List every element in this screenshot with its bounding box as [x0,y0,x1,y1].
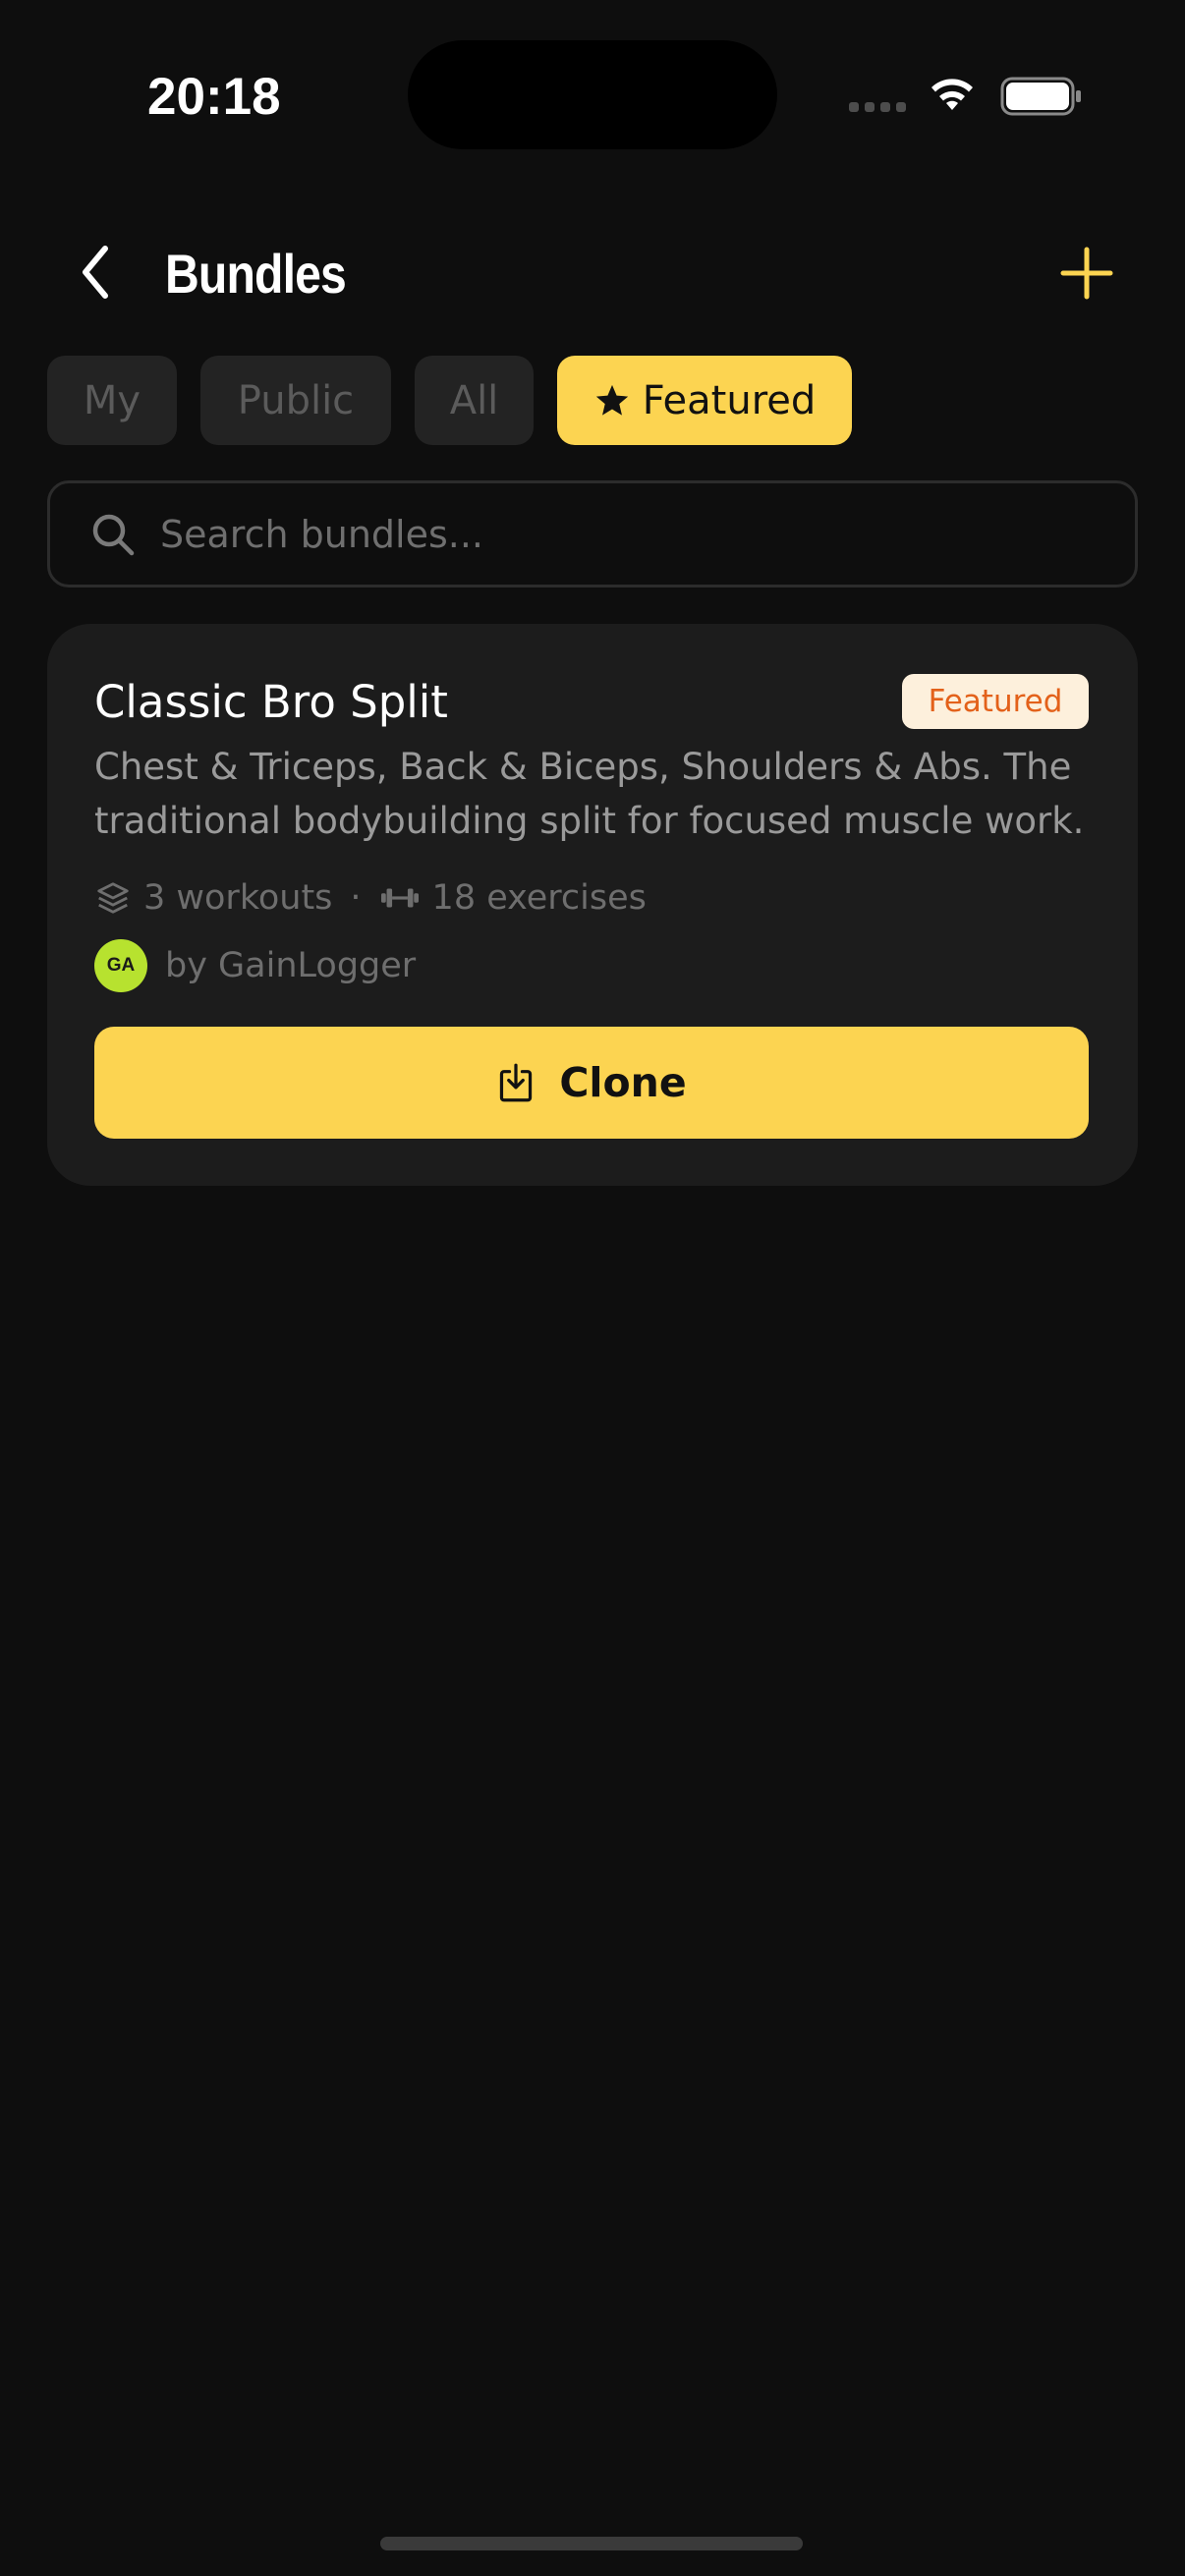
clone-button[interactable]: Clone [94,1027,1089,1139]
workouts-count-label: 3 workouts [143,878,333,918]
status-bar: 20:18 [0,0,1185,187]
workouts-count: 3 workouts [94,878,332,918]
plus-icon [1060,247,1113,300]
tab-all-label: All [449,377,499,423]
author-name: by GainLogger [165,946,417,985]
filter-tabs: My Public All Featured [47,356,852,445]
exercises-count: 18 exercises [379,878,647,918]
tab-public-label: Public [237,377,355,423]
battery-icon [1000,77,1081,116]
tab-my[interactable]: My [47,356,177,445]
wifi-icon [931,79,973,110]
bundle-title: Classic Bro Split [94,676,448,728]
bundle-meta: 3 workouts · 18 exercises [94,873,647,923]
author-row: GA by GainLogger [94,938,416,993]
dynamic-island [408,40,777,149]
tab-featured-label: Featured [642,377,817,423]
layers-icon [97,882,129,914]
chevron-left-icon [83,246,108,299]
bundle-card[interactable]: Classic Bro Split Featured Chest & Trice… [47,624,1138,1186]
bundle-description: Chest & Triceps, Back & Biceps, Shoulder… [94,746,1085,842]
cellular-signal-icon [849,102,906,112]
header: Bundles [0,224,1185,322]
tab-featured[interactable]: Featured [557,356,852,445]
back-button[interactable] [61,238,130,307]
meta-separator: · [350,878,362,918]
home-indicator[interactable] [380,2537,803,2550]
tab-all[interactable]: All [415,356,534,445]
search-box [47,480,1138,588]
avatar: GA [94,939,147,992]
search-icon [92,514,135,556]
tab-my-label: My [83,377,141,423]
download-icon [500,1063,533,1102]
add-bundle-button[interactable] [1057,244,1116,303]
clone-button-label: Clone [559,1059,687,1106]
dumbbell-icon [380,888,419,908]
star-icon [595,384,628,416]
exercises-count-label: 18 exercises [431,878,647,918]
search-input[interactable] [160,483,1103,585]
status-time: 20:18 [147,68,281,126]
tab-public[interactable]: Public [200,356,391,445]
featured-badge: Featured [902,674,1089,729]
page-title: Bundles [165,243,347,305]
